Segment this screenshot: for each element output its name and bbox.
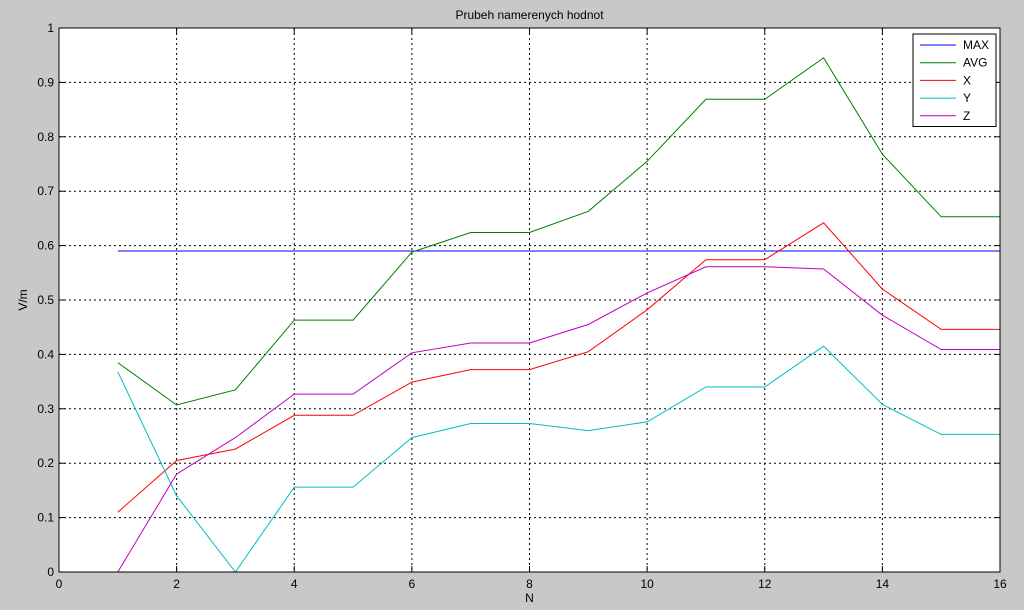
y-tick-label: 0.7 <box>37 184 54 198</box>
x-tick-label: 16 <box>993 577 1007 591</box>
x-tick-label: 4 <box>291 577 298 591</box>
y-tick-label: 0 <box>47 565 54 579</box>
legend-label-y: Y <box>963 91 971 105</box>
legend-label-avg: AVG <box>963 56 987 70</box>
legend-label-max: MAX <box>963 38 989 52</box>
x-tick-label: 14 <box>876 577 890 591</box>
chart-title: Prubeh namerenych hodnot <box>455 8 604 22</box>
x-tick-label: 10 <box>640 577 654 591</box>
y-tick-label: 0.9 <box>37 75 54 89</box>
legend-label-x: X <box>963 73 971 87</box>
y-tick-label: 0.3 <box>37 402 54 416</box>
y-tick-label: 0.5 <box>37 293 54 307</box>
y-tick-label: 0.8 <box>37 130 54 144</box>
y-tick-label: 0.6 <box>37 239 54 253</box>
x-tick-label: 0 <box>56 577 63 591</box>
legend: MAX AVG XYZ <box>912 33 997 127</box>
x-tick-label: 2 <box>173 577 180 591</box>
line-chart: 0 2 4 6 8 10 12 14 16 0 0.1 0.2 0.3 0.4 0.5 0.6 0.7 0.8 0.… <box>16 8 1007 605</box>
x-tick-label: 6 <box>409 577 416 591</box>
x-tick-label: 12 <box>758 577 772 591</box>
y-tick-label: 0.2 <box>37 456 54 470</box>
y-axis-label: V/m <box>16 289 30 310</box>
y-tick-label: 0.4 <box>37 347 54 361</box>
x-axis-label: N <box>525 591 534 605</box>
y-tick-label: 1 <box>47 21 54 35</box>
figure: 0 2 4 6 8 10 12 14 16 0 0.1 0.2 0.3 0.4 0.5 0.6 0.7 0.8 0.… <box>0 0 1024 605</box>
legend-label-z: Z <box>963 109 970 123</box>
y-tick-label: 0.1 <box>37 511 54 525</box>
x-tick-label: 8 <box>526 577 533 591</box>
